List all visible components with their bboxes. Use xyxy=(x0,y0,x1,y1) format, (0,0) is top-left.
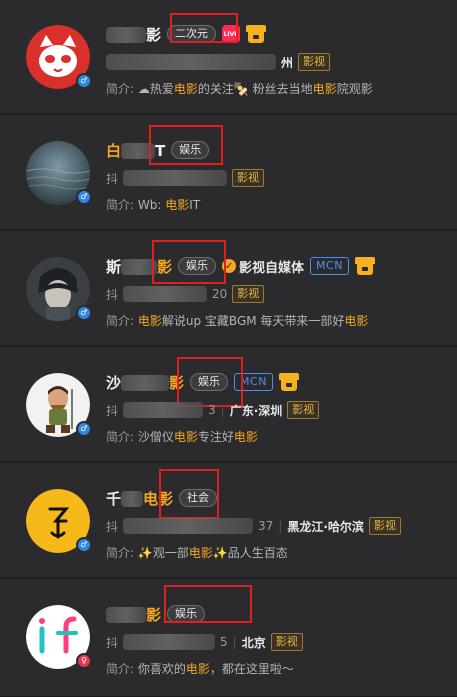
meta-text: 37 xyxy=(258,519,274,533)
location: 黑龙江·哈尔滨 xyxy=(287,519,364,534)
redacted-id xyxy=(123,286,208,302)
account-card[interactable]: ♂ 千电影 社会 抖 37 | 黑龙江·哈尔滨 影视 简介: ✨观一部电影✨品人… xyxy=(0,464,457,578)
meta-text: 20 xyxy=(212,287,228,301)
field-tag: 影视 xyxy=(232,169,265,187)
account-card[interactable]: ♂ 沙影 娱乐 MCN 抖 3 | 广东·深圳 影视 简介: 沙僧仪电影专注好电… xyxy=(0,348,457,462)
meta-prefix: 抖 xyxy=(106,519,119,534)
separator: | xyxy=(232,635,237,649)
redacted-name xyxy=(106,607,146,623)
male-icon: ♂ xyxy=(76,305,92,321)
meta-prefix: 抖 xyxy=(106,635,119,650)
shop-icon[interactable] xyxy=(354,257,375,275)
separator: | xyxy=(220,403,225,417)
account-name[interactable]: 沙影 xyxy=(106,372,184,393)
meta-prefix: 抖 xyxy=(106,171,119,186)
bio: 简介: 电影解说up 宝藏BGM 每天带来一部好电影 xyxy=(106,314,369,328)
separator: | xyxy=(278,519,283,533)
redacted-id xyxy=(123,518,254,534)
male-icon: ♂ xyxy=(76,537,92,553)
redacted-id xyxy=(106,54,276,70)
field-tag: 影视 xyxy=(368,517,401,535)
meta-prefix: 抖 xyxy=(106,287,119,302)
bio: 简介: 你喜欢的电影，都在这里啦～ xyxy=(106,662,294,676)
male-icon: ♂ xyxy=(76,189,92,205)
field-tag: 影视 xyxy=(232,285,265,303)
bio: 简介: 沙僧仪电影专注好电影 xyxy=(106,430,258,444)
location: 北京 xyxy=(241,635,266,650)
shop-icon[interactable] xyxy=(246,25,267,43)
account-card[interactable]: ♀ 影 娱乐 抖 5 | 北京 影视 简介: 你喜欢的电影，都在这里啦～ xyxy=(0,580,457,697)
field-tag: 影视 xyxy=(270,633,303,651)
bio: 简介: ✨观一部电影✨品人生百态 xyxy=(106,546,288,560)
meta-text: 州 xyxy=(281,55,294,70)
verified-label: 影视自媒体 xyxy=(239,260,305,276)
account-card[interactable]: ♂ 白T 娱乐 抖 影视 简介: Wb: 电影IT xyxy=(0,116,457,230)
account-card[interactable]: ♂ 斯影 娱乐 ✓ 影视自媒体 MCN 抖 20 影视 简介: 电影解说up 宝… xyxy=(0,232,457,346)
meta-prefix: 抖 xyxy=(106,403,119,418)
bio: 简介: ☁热爱电影的关注🍢 粉丝去当地电影院观影 xyxy=(106,82,373,96)
male-icon: ♂ xyxy=(76,421,92,437)
redacted-id xyxy=(123,170,228,186)
location: 广东·深圳 xyxy=(229,403,283,418)
meta-text: 3 xyxy=(208,403,216,417)
account-name[interactable]: 影 xyxy=(106,604,161,625)
bio: 简介: Wb: 电影IT xyxy=(106,198,201,212)
field-tag: 影视 xyxy=(298,53,331,71)
annotation-box xyxy=(164,585,252,623)
male-icon: ♂ xyxy=(76,73,92,89)
female-icon: ♀ xyxy=(76,653,92,669)
account-card[interactable]: ♂ 影 二次元 LIVE 州 影视 简介: ☁热爱电影的关注🍢 粉丝去当地电影院… xyxy=(0,0,457,114)
redacted-name xyxy=(106,27,146,43)
annotation-box xyxy=(149,125,223,165)
redacted-id xyxy=(123,402,204,418)
annotation-box xyxy=(159,469,219,519)
meta-text: 5 xyxy=(220,635,228,649)
redacted-id xyxy=(123,634,216,650)
account-name[interactable]: 影 xyxy=(106,24,161,45)
annotation-box xyxy=(152,240,226,284)
mcn-badge: MCN xyxy=(310,257,349,275)
redacted-name xyxy=(121,491,144,507)
shop-icon[interactable] xyxy=(278,373,299,391)
field-tag: 影视 xyxy=(287,401,320,419)
annotation-box xyxy=(170,13,238,43)
redacted-name xyxy=(121,375,170,391)
